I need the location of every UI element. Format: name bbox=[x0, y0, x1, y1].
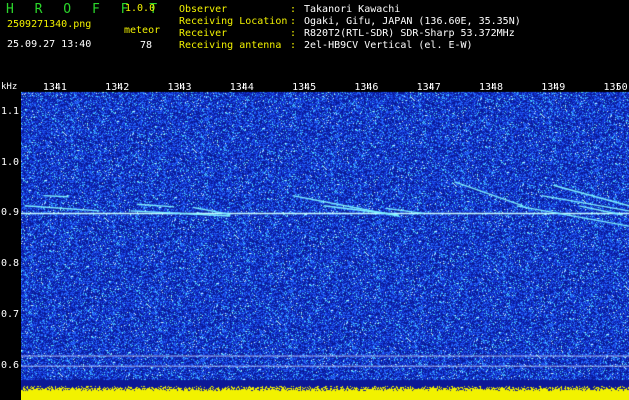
x-axis-tick bbox=[242, 83, 244, 89]
info-value-receiver: R820T2(RTL-SDR) SDR-Sharp 53.372MHz bbox=[304, 28, 515, 39]
x-axis-tick bbox=[491, 83, 493, 89]
meteor-label: meteor bbox=[124, 25, 161, 36]
x-axis-tick bbox=[118, 83, 120, 89]
info-label-antenna: Receiving antenna bbox=[179, 40, 282, 51]
spectrogram-waterfall bbox=[21, 80, 629, 400]
meteor-count: 78 bbox=[140, 40, 153, 51]
x-axis-tick bbox=[429, 83, 431, 89]
app-version: 1.0.0 bbox=[125, 3, 156, 14]
y-axis-unit: kHz bbox=[1, 82, 18, 92]
info-separator: : bbox=[290, 4, 297, 15]
y-axis-tick-label: 1.0 bbox=[1, 156, 20, 168]
file-name: 2509271340.png bbox=[7, 19, 92, 30]
x-axis-tick bbox=[616, 83, 618, 89]
y-axis-tick-label: 0.6 bbox=[1, 359, 20, 371]
info-label-location: Receiving Location bbox=[179, 16, 288, 27]
info-separator: : bbox=[290, 28, 297, 39]
frequency-axis: kHz 1.1 1.0 0.9 0.8 0.7 0.6 bbox=[0, 80, 21, 400]
y-axis-tick-label: 0.8 bbox=[1, 258, 20, 270]
x-axis-tick bbox=[367, 83, 369, 89]
y-axis-tick-label: 0.7 bbox=[1, 308, 20, 320]
x-axis-tick bbox=[554, 83, 556, 89]
x-axis-tick bbox=[180, 83, 182, 89]
x-axis-tick bbox=[305, 83, 307, 89]
info-separator: : bbox=[290, 16, 297, 27]
info-value-location: Ogaki, Gifu, JAPAN (136.60E, 35.35N) bbox=[304, 16, 521, 27]
y-axis-tick-label: 0.9 bbox=[1, 207, 20, 219]
info-label-observer: Observer bbox=[179, 4, 228, 15]
header-panel: H R O F F T 1.0.0 2509271340.png 25.09.2… bbox=[0, 0, 629, 80]
info-label-receiver: Receiver bbox=[179, 28, 228, 39]
info-value-antenna: 2el-HB9CV Vertical (el. E-W) bbox=[304, 40, 473, 51]
info-value-observer: Takanori Kawachi bbox=[304, 4, 401, 15]
info-separator: : bbox=[290, 40, 297, 51]
y-axis-tick-label: 1.1 bbox=[1, 105, 20, 117]
date-time: 25.09.27 13:40 bbox=[7, 39, 92, 50]
x-axis-tick bbox=[55, 83, 57, 89]
spectrogram-panel: 1341134213431344134513461347134813491350 bbox=[21, 80, 629, 400]
